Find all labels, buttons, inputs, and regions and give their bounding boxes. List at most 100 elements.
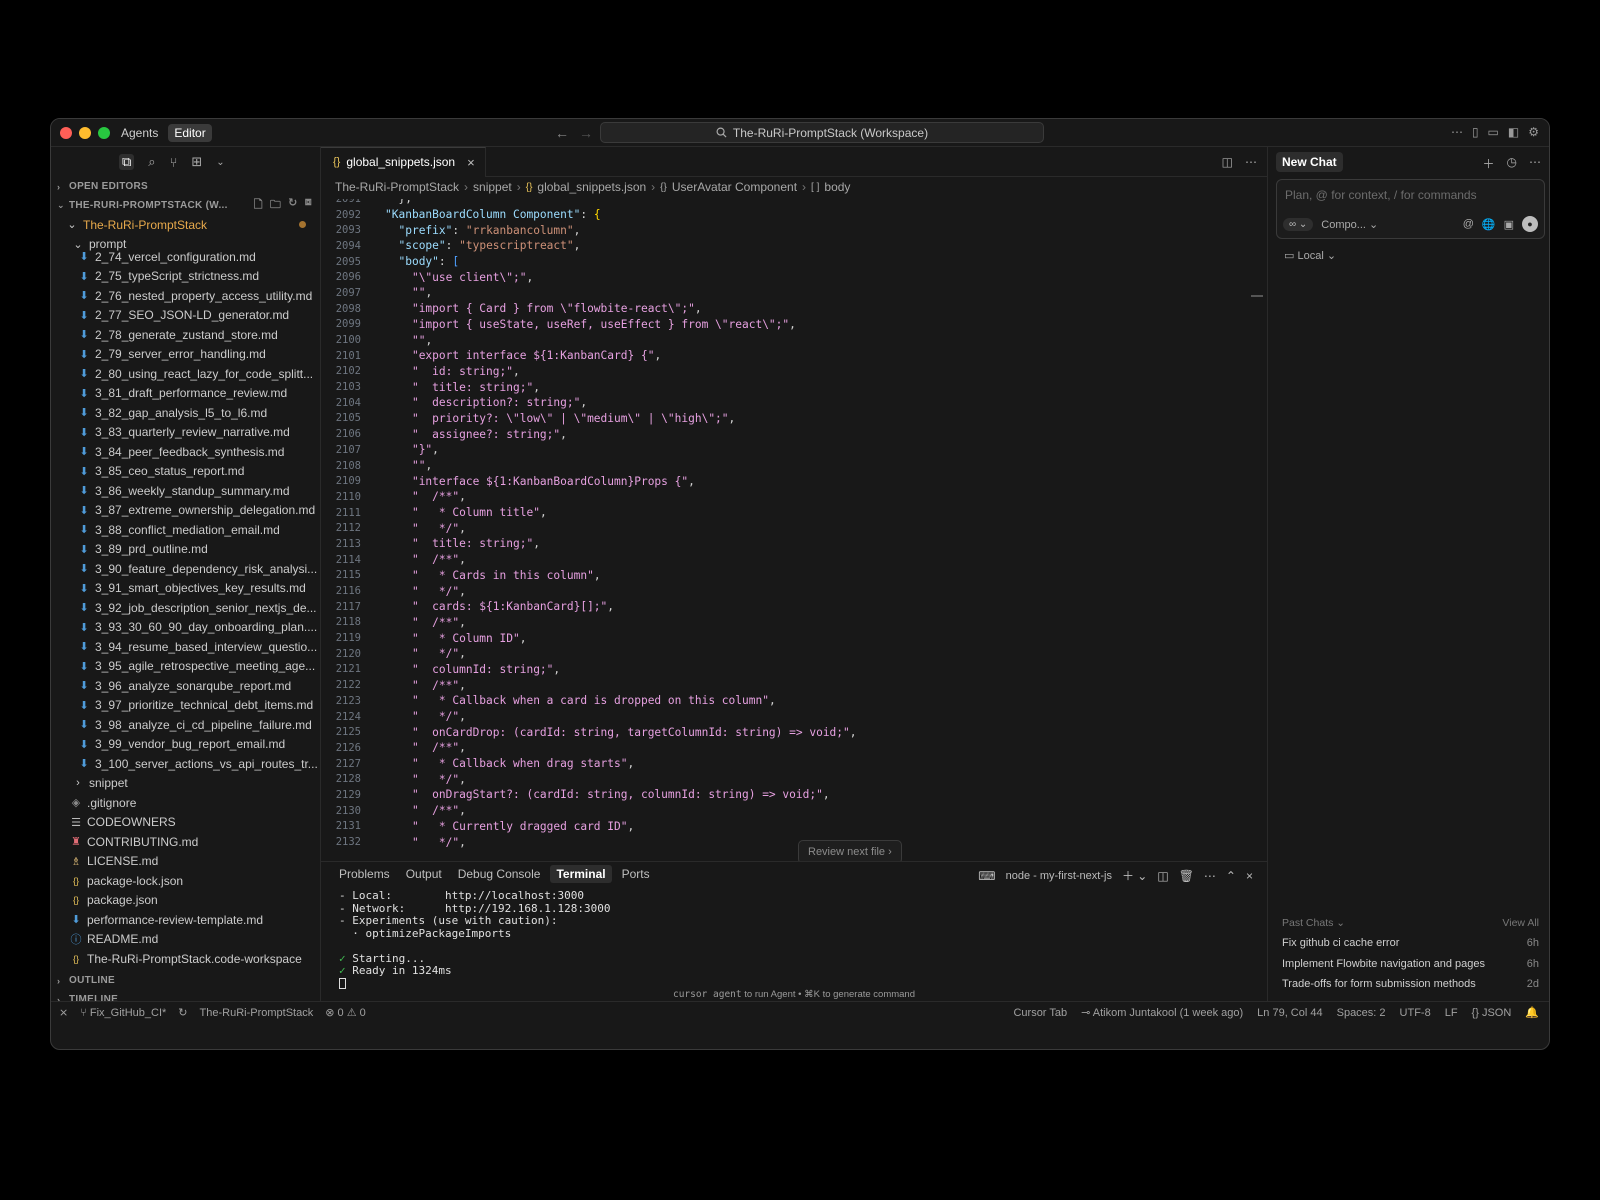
model-selector[interactable]: Compo... ⌄ <box>1321 218 1378 231</box>
command-center-search[interactable]: The-RuRi-PromptStack (Workspace) <box>600 122 1044 143</box>
past-chat-item[interactable]: Trade-offs for form submission methods 2d <box>1282 978 1539 999</box>
refresh-icon[interactable]: ↻ <box>288 196 298 215</box>
close-window-button[interactable] <box>60 127 72 139</box>
maximize-panel-icon[interactable]: ⌃ <box>1226 869 1236 883</box>
more-icon[interactable]: ⋯ <box>1245 155 1257 169</box>
tree-file-item[interactable]: ◈ .gitignore <box>51 793 320 813</box>
more-icon[interactable]: ⋯ <box>1529 155 1541 172</box>
tab-agents[interactable]: Agents <box>115 124 164 142</box>
tree-file-item[interactable]: ⬇ 3_90_feature_dependency_risk_analysi... <box>51 559 320 579</box>
line-ending[interactable]: LF <box>1445 1007 1458 1019</box>
tree-file-item[interactable]: ⬇ 2_78_generate_zustand_store.md <box>51 325 320 345</box>
breadcrumb-item[interactable]: snippet <box>473 180 512 194</box>
tree-file-item[interactable]: ⬇ performance-review-template.md <box>51 910 320 930</box>
tree-file-item[interactable]: ⬇ 3_85_ceo_status_report.md <box>51 462 320 482</box>
outline-section[interactable]: › OUTLINE <box>51 971 320 990</box>
more-icon[interactable]: ⋯ <box>1451 125 1463 139</box>
extensions-icon[interactable]: ⊞ <box>191 154 202 170</box>
collapse-all-icon[interactable]: ⧈ <box>305 196 312 215</box>
breadcrumb-item[interactable]: global_snippets.json <box>537 180 646 194</box>
forward-arrow-icon[interactable]: → <box>579 125 593 141</box>
terminal-name[interactable]: node - my-first-next-js <box>1006 870 1112 882</box>
breadcrumb-item[interactable]: body <box>824 180 850 194</box>
tree-file-item[interactable]: ⬇ 3_98_analyze_ci_cd_pipeline_failure.md <box>51 715 320 735</box>
tree-file-item[interactable]: ⬇ 3_95_agile_retrospective_meeting_age... <box>51 657 320 677</box>
tree-file-item[interactable]: ⬇ 3_89_prd_outline.md <box>51 540 320 560</box>
image-icon[interactable]: ▣ <box>1504 218 1514 231</box>
history-icon[interactable]: ◷ <box>1507 155 1517 172</box>
toggle-panel-icon[interactable]: ▭ <box>1488 125 1499 139</box>
chevron-down-icon[interactable]: ⌄ <box>216 157 224 168</box>
local-selector[interactable]: ▭ Local ⌄ <box>1284 249 1549 262</box>
past-chat-item[interactable]: Implement Flowbite navigation and pages 6… <box>1282 958 1539 979</box>
split-editor-icon[interactable]: ◫ <box>1222 155 1233 169</box>
tree-file-item[interactable]: ⬇ 3_100_server_actions_vs_api_routes_tr..… <box>51 754 320 774</box>
tree-file-item[interactable]: {} package-lock.json <box>51 871 320 891</box>
tree-file-item[interactable]: ⬇ 3_96_analyze_sonarqube_report.md <box>51 676 320 696</box>
sync-icon[interactable]: ↻ <box>178 1006 187 1019</box>
plus-icon[interactable]: ＋ <box>1483 155 1495 172</box>
split-terminal-icon[interactable]: ◫ <box>1157 869 1168 883</box>
bell-icon[interactable]: 🔔 <box>1525 1006 1539 1019</box>
tree-file-item[interactable]: ⬇ 3_86_weekly_standup_summary.md <box>51 481 320 501</box>
toggle-sidebar-icon[interactable]: ▯ <box>1472 125 1479 139</box>
minimize-window-button[interactable] <box>79 127 91 139</box>
git-blame[interactable]: ⊸ Atikom Juntakool (1 week ago) <box>1081 1006 1243 1019</box>
tree-file-item[interactable]: {} package.json <box>51 891 320 911</box>
tab-terminal[interactable]: Terminal <box>550 865 612 883</box>
explorer-files-icon[interactable]: ⧉ <box>119 154 135 170</box>
microphone-icon[interactable]: ● <box>1522 216 1538 232</box>
more-icon[interactable]: ⋯ <box>1204 869 1216 883</box>
language-mode[interactable]: {} JSON <box>1472 1007 1512 1019</box>
at-mention-icon[interactable]: @ <box>1463 218 1474 230</box>
agent-mode-selector[interactable]: ∞ ⌄ <box>1283 217 1314 231</box>
breadcrumb-item[interactable]: The-RuRi-PromptStack <box>335 180 459 194</box>
back-arrow-icon[interactable]: ← <box>555 125 569 141</box>
remote-icon[interactable]: ⨯ <box>59 1006 68 1019</box>
new-folder-icon[interactable]: 🗀 <box>270 196 281 215</box>
tree-file-item[interactable]: ♜ CONTRIBUTING.md <box>51 832 320 852</box>
tree-folder-root[interactable]: ⌄ The-RuRi-PromptStack <box>51 215 320 235</box>
tree-file-item[interactable]: ☰ CODEOWNERS <box>51 813 320 833</box>
encoding[interactable]: UTF-8 <box>1400 1007 1431 1019</box>
tree-file-item[interactable]: ⬇ 2_77_SEO_JSON-LD_generator.md <box>51 306 320 326</box>
open-editors-section[interactable]: › OPEN EDITORS <box>51 177 320 196</box>
branch-indicator[interactable]: ⑂ Fix_GitHub_CI* <box>80 1007 166 1019</box>
settings-gear-icon[interactable]: ⚙ <box>1528 125 1539 139</box>
tree-file-item[interactable]: ⬇ 3_91_smart_objectives_key_results.md <box>51 579 320 599</box>
tree-file-item[interactable]: ⬇ 2_79_server_error_handling.md <box>51 345 320 365</box>
tree-file-item[interactable]: ⬇ 3_81_draft_performance_review.md <box>51 384 320 404</box>
tab-ports[interactable]: Ports <box>616 865 656 883</box>
chat-input[interactable]: Plan, @ for context, / for commands ∞ ⌄ … <box>1276 179 1545 239</box>
tree-folder-snippet[interactable]: › snippet <box>51 774 320 794</box>
tree-file-item[interactable]: ⬇ 3_99_vendor_bug_report_email.md <box>51 735 320 755</box>
tree-file-item[interactable]: ♗ LICENSE.md <box>51 852 320 872</box>
tree-file-item[interactable]: ⬇ 2_75_typeScript_strictness.md <box>51 267 320 287</box>
breadcrumb-item[interactable]: UserAvatar Component <box>672 180 797 194</box>
workspace-label[interactable]: The-RuRi-PromptStack <box>200 1007 314 1019</box>
close-icon[interactable]: × <box>467 155 475 170</box>
view-all-link[interactable]: View All <box>1502 917 1539 929</box>
tree-file-item[interactable]: ⬇ 3_88_conflict_mediation_email.md <box>51 520 320 540</box>
new-terminal-icon[interactable]: ＋ ⌄ <box>1122 867 1147 884</box>
terminal-output[interactable]: - Local: http://localhost:3000- Network:… <box>339 889 611 990</box>
tab-global-snippets[interactable]: {} global_snippets.json × <box>321 146 486 177</box>
tab-debug-console[interactable]: Debug Console <box>452 865 547 883</box>
new-file-icon[interactable]: 🗋 <box>254 196 263 215</box>
tree-file-item[interactable]: ⬇ 3_92_job_description_senior_nextjs_de..… <box>51 598 320 618</box>
tree-file-item[interactable]: ⬇ 3_83_quarterly_review_narrative.md <box>51 423 320 443</box>
search-view-icon[interactable]: ⌕ <box>148 154 155 170</box>
tree-file-item[interactable]: ⬇ 3_94_resume_based_interview_questio... <box>51 637 320 657</box>
maximize-window-button[interactable] <box>98 127 110 139</box>
tree-file-item[interactable]: ⬇ 3_87_extreme_ownership_delegation.md <box>51 501 320 521</box>
trash-icon[interactable]: 🗑 <box>1179 869 1194 883</box>
tree-file-item[interactable]: ⬇ 3_97_prioritize_technical_debt_items.md <box>51 696 320 716</box>
cursor-tab-status[interactable]: Cursor Tab <box>1013 1007 1067 1019</box>
cursor-position[interactable]: Ln 79, Col 44 <box>1257 1007 1322 1019</box>
workspace-section[interactable]: ⌄ THE-RURI-PROMPTSTACK (W... 🗋 🗀 ↻ ⧈ <box>51 196 320 215</box>
past-chat-item[interactable]: Fix github ci cache error 6h <box>1282 937 1539 958</box>
tab-new-chat[interactable]: New Chat <box>1276 152 1343 172</box>
tab-output[interactable]: Output <box>400 865 448 883</box>
globe-icon[interactable]: 🌐 <box>1482 218 1496 231</box>
problems-indicator[interactable]: ⊗ 0 ⚠ 0 <box>325 1006 366 1019</box>
